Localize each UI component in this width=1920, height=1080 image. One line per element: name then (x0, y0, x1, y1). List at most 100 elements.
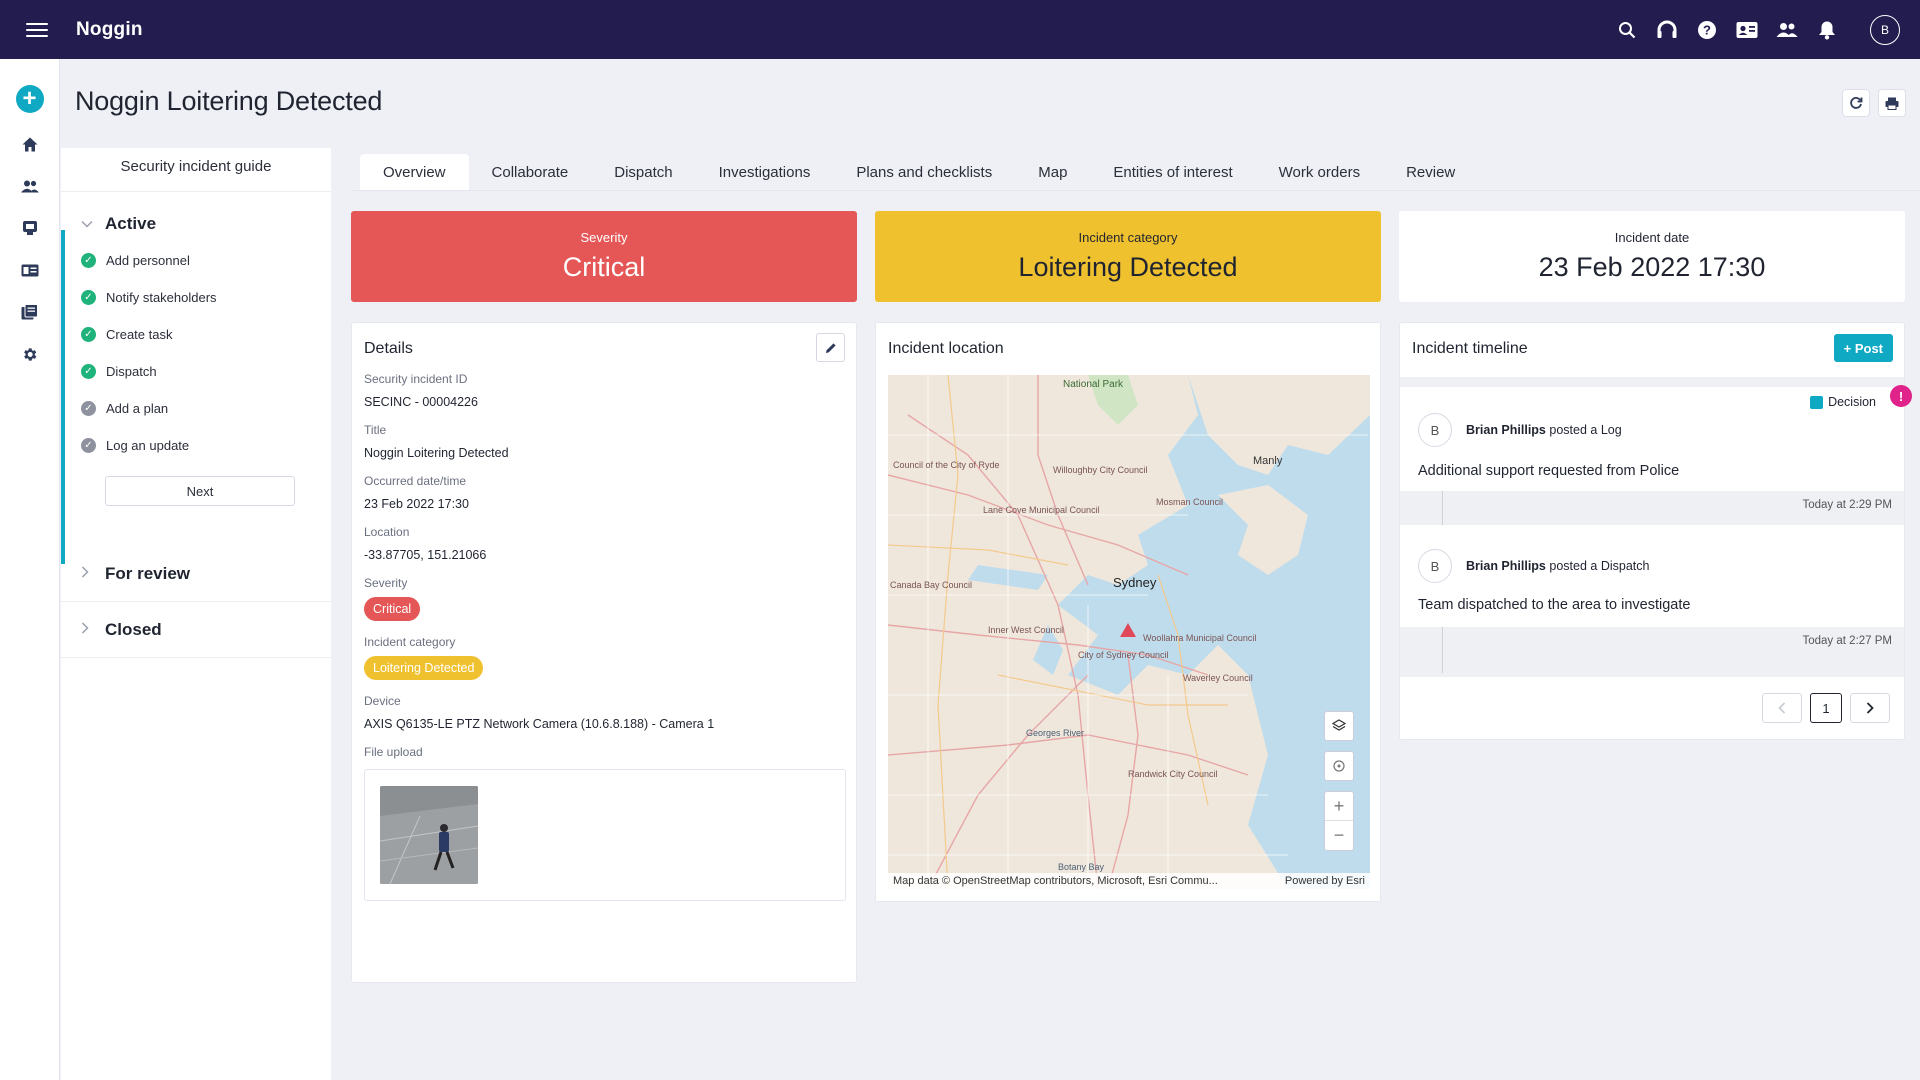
field-device: Device AXIS Q6135-LE PTZ Network Camera … (364, 694, 844, 731)
map-label: Randwick City Council (1128, 769, 1218, 779)
people-icon[interactable] (1776, 19, 1798, 41)
settings-icon[interactable] (19, 343, 41, 365)
tab-divider (351, 190, 1920, 191)
tab-investigations[interactable]: Investigations (696, 154, 834, 190)
incident-date-value: 23 Feb 2022 17:30 (1538, 252, 1766, 282)
field-label: File upload (364, 745, 423, 759)
uploaded-image-thumbnail[interactable] (380, 786, 478, 884)
tab-collaborate[interactable]: Collaborate (469, 154, 592, 190)
prev-page-button[interactable] (1762, 693, 1802, 723)
field-value: 23 Feb 2022 17:30 (364, 497, 469, 511)
section-for-review-toggle[interactable]: For review (61, 546, 331, 602)
zoom-out-button[interactable]: − (1325, 821, 1353, 850)
section-active-toggle[interactable]: Active (61, 206, 331, 242)
tab-entities-of-interest[interactable]: Entities of interest (1090, 154, 1255, 190)
entry-time: Today at 2:29 PM (1802, 499, 1893, 511)
map-label: City of Sydney Council (1078, 650, 1169, 660)
locate-button[interactable] (1324, 751, 1354, 781)
library-icon[interactable] (19, 301, 41, 323)
tab-work-orders[interactable]: Work orders (1256, 154, 1383, 190)
chevron-down-icon (81, 217, 95, 231)
tab-dispatch[interactable]: Dispatch (591, 154, 695, 190)
headset-icon[interactable] (1656, 19, 1678, 41)
chevron-left-icon (1778, 702, 1786, 714)
id-card-icon[interactable] (19, 259, 41, 281)
tab-bar: Overview Collaborate Dispatch Investigat… (360, 154, 1478, 190)
field-label: Incident category (364, 635, 456, 649)
tab-overview[interactable]: Overview (360, 154, 469, 190)
check-icon: ✓ (81, 364, 96, 379)
next-page-button[interactable] (1850, 693, 1890, 723)
field-occurred: Occurred date/time 23 Feb 2022 17:30 (364, 474, 844, 511)
map-label: Inner West Council (988, 625, 1064, 635)
guide-step-add-personnel[interactable]: ✓ Add personnel (61, 242, 331, 279)
decision-icon (1810, 395, 1824, 409)
layers-button[interactable] (1324, 711, 1354, 741)
entry-message: Team dispatched to the area to investiga… (1418, 597, 1691, 613)
add-icon[interactable]: + (15, 85, 44, 113)
incident-date-card: Incident date 23 Feb 2022 17:30 (1399, 211, 1905, 302)
map-view[interactable]: National Park Manly Sydney Botany Bay Co… (888, 375, 1370, 889)
menu-icon[interactable] (26, 22, 48, 37)
incident-icon[interactable] (19, 217, 41, 239)
page-number-button[interactable]: 1 (1810, 693, 1842, 723)
map-label: Manly (1253, 455, 1283, 467)
zoom-controls: + − (1324, 791, 1354, 851)
guide-step-log-update[interactable]: ✓ Log an update (61, 427, 331, 464)
active-accent-bar (61, 230, 65, 564)
map-label: Waverley Council (1183, 673, 1253, 683)
field-incident-id: Security incident ID SECINC - 00004226 (364, 372, 844, 409)
guide-step-label: Add personnel (106, 253, 190, 268)
timeline-title: Incident timeline (1412, 340, 1528, 357)
contact-card-icon[interactable] (1736, 19, 1758, 41)
guide-step-label: Log an update (106, 438, 190, 453)
user-avatar[interactable]: B (1870, 14, 1900, 45)
map-label: Botany Bay (1058, 862, 1105, 872)
guide-active-section: Active ✓ Add personnel ✓ Notify stakeholde… (61, 192, 331, 564)
home-icon[interactable] (19, 133, 41, 155)
print-icon[interactable] (1878, 89, 1906, 117)
bell-icon[interactable] (1816, 19, 1838, 41)
entry-action: posted a (1549, 423, 1598, 437)
map-powered-by[interactable]: Powered by Esri (1285, 875, 1365, 887)
guide-step-create-task[interactable]: ✓ Create task (61, 316, 331, 353)
timeline-entry[interactable]: Decision ! B Brian Phillips posted a Log… (1400, 385, 1912, 491)
details-panel: Details Security incident ID SECINC - 00… (351, 322, 857, 983)
decision-label: Decision (1828, 395, 1876, 409)
alert-badge: ! (1890, 385, 1912, 407)
timeline-entry[interactable]: B Brian Phillips posted a Dispatch Team … (1400, 525, 1904, 627)
post-button[interactable]: + Post (1833, 334, 1893, 362)
field-label: Title (364, 423, 387, 437)
refresh-icon[interactable] (1842, 89, 1870, 117)
check-icon: ✓ (81, 327, 96, 342)
severity-card: Severity Critical (351, 211, 857, 302)
guide-step-dispatch[interactable]: ✓ Dispatch (61, 353, 331, 390)
incident-guide-panel: Security incident guide Active ✓ Add pers… (61, 148, 331, 1080)
top-bar: Noggin ? B (0, 0, 1920, 59)
next-button[interactable]: Next (105, 476, 295, 506)
field-value: -33.87705, 151.21066 (364, 548, 487, 562)
tab-plans-and-checklists[interactable]: Plans and checklists (833, 154, 1015, 190)
tab-review[interactable]: Review (1383, 154, 1478, 190)
timeline-pagination: 1 (1762, 693, 1890, 723)
check-icon: ✓ (81, 253, 96, 268)
entry-type: Dispatch (1600, 559, 1650, 573)
search-icon[interactable] (1616, 19, 1638, 41)
zoom-in-button[interactable]: + (1325, 792, 1353, 822)
help-icon[interactable]: ? (1696, 19, 1718, 41)
check-icon: ✓ (81, 401, 96, 416)
decision-tag: Decision (1810, 395, 1876, 409)
section-closed-toggle[interactable]: Closed (61, 602, 331, 658)
edit-button[interactable] (816, 333, 845, 362)
guide-step-notify-stakeholders[interactable]: ✓ Notify stakeholders (61, 279, 331, 316)
layers-icon (1332, 719, 1346, 731)
incident-location-panel: Incident location National Park Manly Sy… (875, 322, 1381, 902)
field-value: Noggin Loitering Detected (364, 446, 509, 460)
field-title: Title Noggin Loitering Detected (364, 423, 844, 460)
tab-map[interactable]: Map (1015, 154, 1090, 190)
guide-step-add-plan[interactable]: ✓ Add a plan (61, 390, 331, 427)
app-brand[interactable]: Noggin (76, 19, 143, 41)
people-icon[interactable] (19, 175, 41, 197)
entry-time: Today at 2:27 PM (1802, 635, 1893, 647)
section-for-review-label: For review (105, 563, 191, 583)
